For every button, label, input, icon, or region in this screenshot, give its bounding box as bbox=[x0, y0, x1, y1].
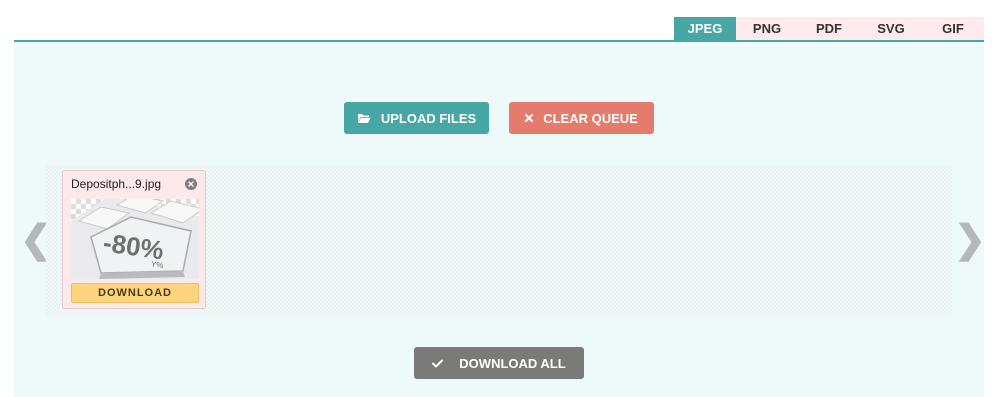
thumbnail-subtext: Y% bbox=[150, 259, 164, 270]
clear-queue-button[interactable]: CLEAR QUEUE bbox=[509, 102, 654, 134]
tab-png[interactable]: PNG bbox=[736, 17, 798, 41]
tab-gif[interactable]: GIF bbox=[922, 17, 984, 41]
upload-files-button[interactable]: UPLOAD FILES bbox=[344, 102, 489, 134]
tab-pdf[interactable]: PDF bbox=[798, 17, 860, 41]
download-button[interactable]: DOWNLOAD bbox=[71, 283, 199, 303]
x-icon bbox=[525, 114, 534, 122]
upload-files-label: UPLOAD FILES bbox=[380, 110, 477, 126]
tab-jpeg[interactable]: JPEG bbox=[674, 17, 736, 41]
remove-file-icon[interactable] bbox=[185, 178, 197, 190]
tab-svg[interactable]: SVG bbox=[860, 17, 922, 41]
checkmark-icon bbox=[432, 359, 444, 368]
file-thumbnail: -80% Y% bbox=[71, 199, 199, 279]
folder-open-icon bbox=[357, 113, 371, 124]
file-card: Depositph...9.jpg -80% Y% DOWNLOAD bbox=[62, 170, 206, 309]
format-tabs: JPEG PNG PDF SVG GIF bbox=[674, 17, 984, 41]
main-panel: UPLOAD FILES CLEAR QUEUE ❮ ❯ Depositph..… bbox=[14, 42, 986, 397]
file-queue: Depositph...9.jpg -80% Y% DOWNLOAD bbox=[46, 165, 952, 316]
file-name: Depositph...9.jpg bbox=[71, 177, 162, 191]
clear-queue-label: CLEAR QUEUE bbox=[543, 110, 638, 126]
download-all-button[interactable]: DOWNLOAD ALL bbox=[414, 347, 584, 379]
download-all-label: DOWNLOAD ALL bbox=[459, 355, 566, 371]
next-arrow-button[interactable]: ❯ bbox=[954, 220, 986, 260]
